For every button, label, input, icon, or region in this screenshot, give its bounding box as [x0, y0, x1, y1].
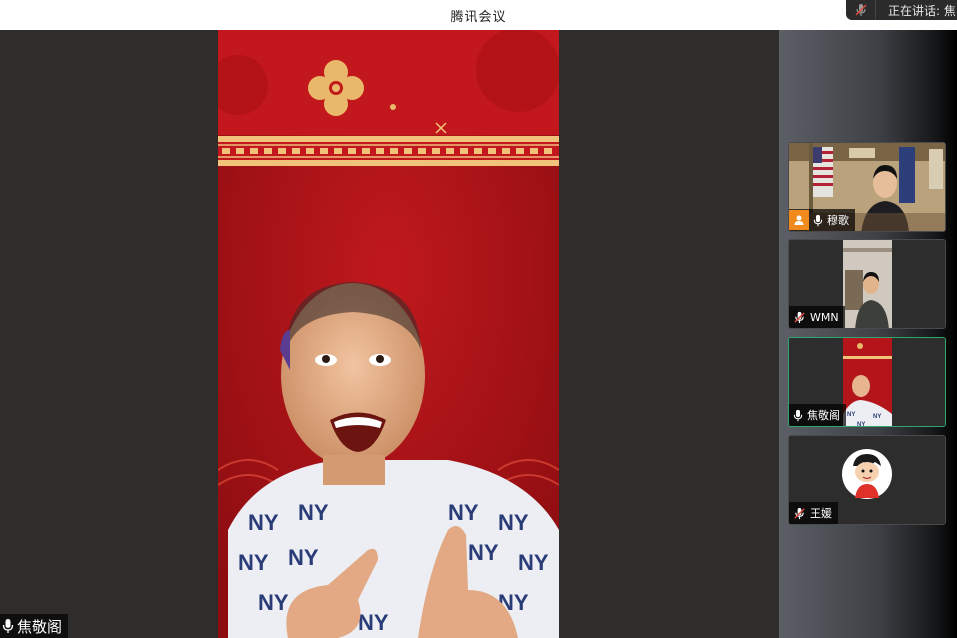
svg-text:NY: NY	[468, 540, 499, 565]
svg-text:NY: NY	[288, 545, 319, 570]
main-video-frame: NY NY NY NYNY NY NY NYNY NYNY	[218, 30, 559, 638]
participant-label: 穆歌	[789, 209, 855, 231]
svg-text:NY: NY	[498, 510, 529, 535]
svg-text:NY: NY	[857, 422, 865, 427]
main-video[interactable]: NY NY NY NY NY NY NY NY NY NY NY	[218, 30, 559, 638]
host-badge-icon	[789, 210, 809, 230]
speaking-text: 正在讲话: 焦	[888, 3, 956, 18]
mic-muted-icon	[846, 0, 876, 20]
participant-tile[interactable]: 穆歌	[788, 142, 946, 232]
main-video-name-label: 焦敬阁	[0, 614, 69, 638]
svg-text:NY: NY	[518, 550, 549, 575]
title-bar: 腾讯会议 正在讲话: 焦	[0, 0, 957, 30]
participant-tile-active[interactable]: NY NY NY 焦敬阁	[788, 337, 946, 427]
speaking-indicator[interactable]: 正在讲话: 焦	[846, 0, 957, 20]
mic-muted-icon	[793, 311, 806, 324]
participant-label: WMN	[789, 306, 845, 328]
mic-icon	[813, 214, 823, 227]
participant-name: 王媛	[810, 507, 832, 520]
svg-text:NY: NY	[358, 610, 389, 635]
participant-name: WMN	[810, 310, 839, 324]
mic-icon	[2, 618, 14, 634]
participant-name: 焦敬阁	[807, 409, 840, 422]
participant-panel: 穆歌 WMN NY NY NY 焦敬阁 王媛	[779, 30, 957, 638]
mic-muted-icon	[793, 507, 806, 520]
participant-label: 王媛	[789, 502, 838, 524]
main-participant-name: 焦敬阁	[17, 617, 63, 636]
participant-tile[interactable]: WMN	[788, 239, 946, 329]
svg-text:NY: NY	[258, 590, 289, 615]
main-stage: NY NY NY NY NY NY NY NY NY NY NY 焦敬阁	[0, 30, 779, 638]
window-title: 腾讯会议	[450, 10, 507, 25]
participant-label: 焦敬阁	[789, 404, 846, 426]
svg-text:NY: NY	[238, 550, 269, 575]
svg-text:NY: NY	[873, 414, 881, 420]
participant-tile[interactable]: 王媛	[788, 435, 946, 525]
mic-icon	[793, 409, 803, 422]
svg-text:NY: NY	[298, 500, 329, 525]
svg-text:NY: NY	[847, 412, 855, 418]
participant-name: 穆歌	[827, 214, 849, 227]
svg-text:NY: NY	[448, 500, 479, 525]
svg-text:NY: NY	[248, 510, 279, 535]
